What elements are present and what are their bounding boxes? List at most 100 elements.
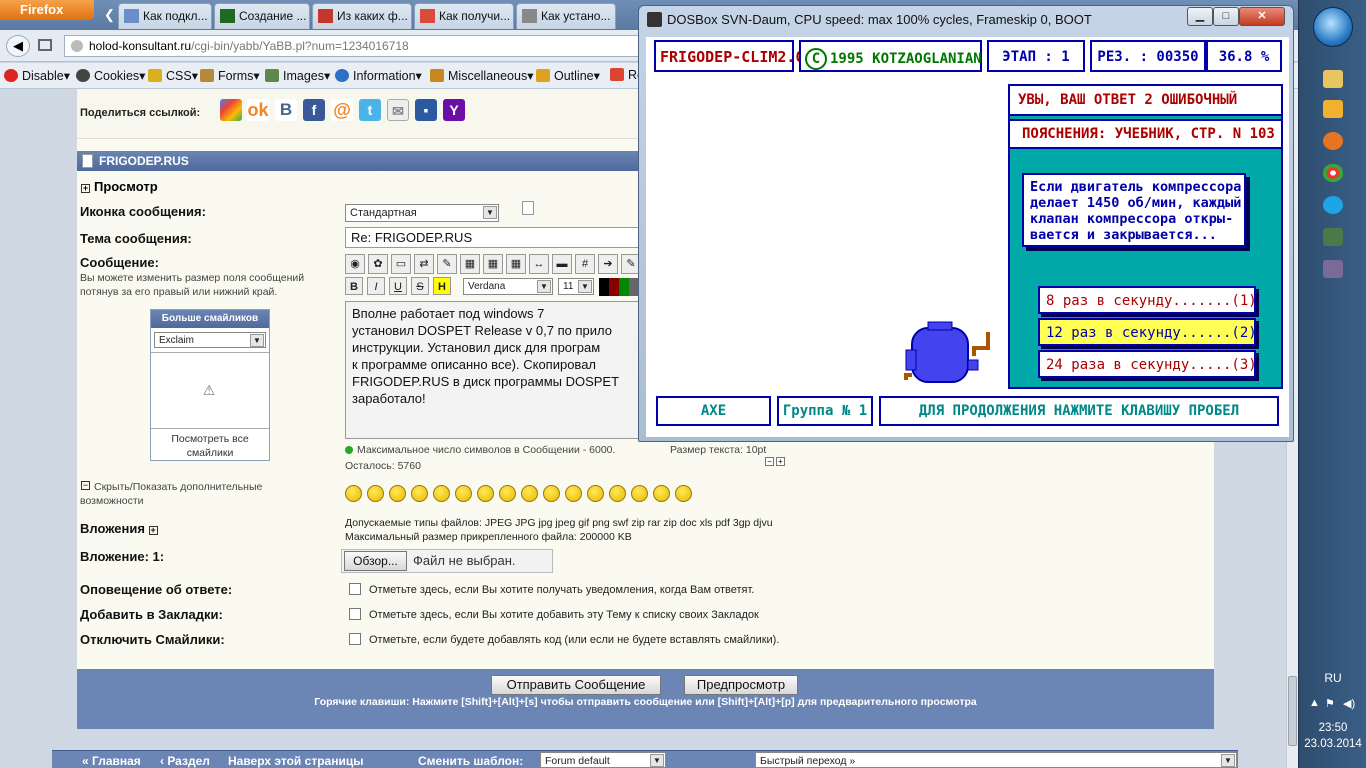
image-icon[interactable]: ✿	[368, 254, 388, 274]
grin-icon[interactable]	[411, 485, 428, 502]
home-link[interactable]: « Главная	[82, 754, 141, 768]
flash-icon[interactable]: ✎	[437, 254, 457, 274]
minimize-button[interactable]: ▁	[1187, 7, 1213, 26]
angry-icon[interactable]	[433, 485, 450, 502]
lipsrsealed-icon[interactable]	[609, 485, 626, 502]
tab-1[interactable]: Как подкл...	[118, 3, 212, 29]
volume-icon[interactable]: ◀)	[1343, 697, 1355, 710]
wink-icon[interactable]	[367, 485, 384, 502]
preview-button[interactable]: Предпросмотр	[684, 675, 798, 695]
media-player-icon[interactable]	[1323, 100, 1343, 118]
email-icon[interactable]: ✉	[387, 99, 409, 121]
clock[interactable]: 23:50 23.03.2014	[1299, 720, 1366, 752]
table-row-icon[interactable]: ▦	[483, 254, 503, 274]
explorer-icon[interactable]	[1323, 70, 1343, 88]
view-all-smilies-link[interactable]: Посмотреть все смайлики	[151, 432, 269, 460]
forms-menu[interactable]: Forms▾	[200, 68, 260, 83]
site-identity-icon[interactable]	[71, 40, 83, 52]
firefox-icon[interactable]	[1323, 132, 1343, 150]
bookmark-checkbox[interactable]	[349, 608, 361, 620]
table-cell-icon[interactable]: ▦	[506, 254, 526, 274]
answer-option-2-selected[interactable]: 12 раз в секунду......(2)	[1038, 318, 1257, 346]
remote-desktop-icon[interactable]	[1323, 228, 1343, 246]
answer-option-1[interactable]: 8 раз в секунду.......(1)	[1038, 286, 1257, 314]
move-icon[interactable]: ➔	[598, 254, 618, 274]
horizontal-rule-icon[interactable]: ↔	[529, 254, 549, 274]
quick-jump-select[interactable]: Быстрый переход » ▼	[755, 752, 1237, 768]
information-menu[interactable]: Information▾	[335, 68, 422, 83]
shocked-icon[interactable]	[477, 485, 494, 502]
list-icon[interactable]: #	[575, 254, 595, 274]
tab-5[interactable]: Как устано...	[516, 3, 616, 29]
scrollbar-thumb[interactable]	[1288, 676, 1297, 746]
kiss-icon[interactable]	[653, 485, 670, 502]
outline-menu[interactable]: Outline▾	[536, 68, 600, 83]
tab-4[interactable]: Как получи...	[414, 3, 514, 29]
tab-3[interactable]: Из каких ф...	[312, 3, 412, 29]
section-link[interactable]: ‹ Раздел	[160, 754, 210, 768]
tab-groups-icon[interactable]	[38, 39, 52, 51]
chrome-icon[interactable]	[1323, 164, 1343, 182]
yahoo-icon[interactable]: Y	[443, 99, 465, 121]
cheesy-icon[interactable]	[389, 485, 406, 502]
vkontakte-icon[interactable]: B	[275, 99, 297, 121]
size-select[interactable]: 11 ▼	[558, 278, 594, 295]
disable-menu[interactable]: Disable▾	[4, 68, 70, 83]
mail-icon[interactable]: @	[331, 99, 353, 121]
tab-2[interactable]: Создание ...	[214, 3, 310, 29]
dosbox-taskbar-icon[interactable]	[1323, 260, 1343, 278]
answer-option-3[interactable]: 24 раза в секунду.....(3)	[1038, 350, 1257, 378]
text-size-increase-button[interactable]: +	[776, 457, 785, 466]
icon-select[interactable]: Стандартная ▼	[345, 204, 499, 222]
odnoklassniki-icon[interactable]: ok	[247, 99, 269, 121]
tongue-icon[interactable]	[565, 485, 582, 502]
skype-icon[interactable]	[1323, 196, 1343, 214]
top-of-page-link[interactable]: Наверх этой страницы	[228, 754, 363, 768]
browse-button[interactable]: Обзор...	[344, 551, 407, 571]
language-indicator[interactable]: RU	[1299, 671, 1366, 685]
highlight-button[interactable]: H	[433, 277, 451, 295]
huh-icon[interactable]	[521, 485, 538, 502]
cool-icon[interactable]	[499, 485, 516, 502]
ftp-icon[interactable]: ⇄	[414, 254, 434, 274]
myspace-icon[interactable]: ▪	[415, 99, 437, 121]
text-size-decrease-button[interactable]: −	[765, 457, 774, 466]
notify-checkbox[interactable]	[349, 583, 361, 595]
media-icon[interactable]: ▭	[391, 254, 411, 274]
smiley-icon[interactable]	[345, 485, 362, 502]
subject-input[interactable]: Re: FRIGODEP.RUS	[345, 227, 645, 248]
firefox-menu-button[interactable]: Firefox	[0, 0, 94, 20]
back-button[interactable]: ◀	[6, 35, 30, 57]
submit-button[interactable]: Отправить Сообщение	[491, 675, 661, 695]
sad-icon[interactable]	[455, 485, 472, 502]
flag-icon[interactable]: ⚑	[1325, 697, 1335, 710]
smiley-select[interactable]: Exclaim ▼	[154, 332, 266, 348]
tray-arrow-icon[interactable]: ▲	[1309, 697, 1320, 709]
preview-toggle[interactable]: + Просмотр	[81, 179, 158, 194]
google-icon[interactable]	[220, 99, 242, 121]
miscellaneous-menu[interactable]: Miscellaneous▾	[430, 68, 534, 83]
table-icon[interactable]: ▦	[460, 254, 480, 274]
globe-icon[interactable]: ◉	[345, 254, 365, 274]
maximize-button[interactable]: □	[1213, 7, 1239, 26]
toggle-options-link[interactable]: Скрыть/Показать дополнительные возможнос…	[80, 480, 310, 508]
teletype-icon[interactable]: ▬	[552, 254, 572, 274]
message-textarea[interactable]: Вполне работает под windows 7 установил …	[345, 301, 645, 439]
cry-icon[interactable]	[675, 485, 692, 502]
bold-button[interactable]: B	[345, 277, 363, 295]
color-palette[interactable]	[599, 278, 639, 296]
close-button[interactable]: ✕	[1239, 7, 1285, 26]
cookies-menu[interactable]: Cookies▾	[76, 68, 145, 83]
strikethrough-button[interactable]: S	[411, 277, 429, 295]
embarrassed-icon[interactable]	[587, 485, 604, 502]
css-menu[interactable]: CSS▾	[148, 68, 198, 83]
disable-smilies-checkbox[interactable]	[349, 633, 361, 645]
tab-scroll-left-icon[interactable]: ❮	[104, 7, 115, 23]
underline-button[interactable]: U	[389, 277, 407, 295]
template-select[interactable]: Forum default ▼	[540, 752, 666, 768]
images-menu[interactable]: Images▾	[265, 68, 330, 83]
italic-button[interactable]: I	[367, 277, 385, 295]
facebook-icon[interactable]: f	[303, 99, 325, 121]
twitter-icon[interactable]: t	[359, 99, 381, 121]
rolleyes-icon[interactable]	[543, 485, 560, 502]
